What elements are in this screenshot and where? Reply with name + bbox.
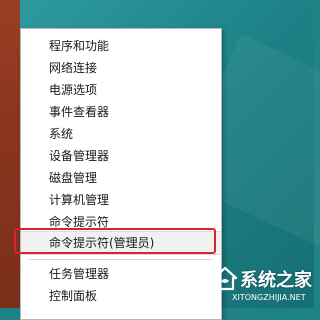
menu-item-control-panel[interactable]: 控制面板 xyxy=(21,285,221,307)
menu-item-power-options[interactable]: 电源选项 xyxy=(21,79,221,101)
menu-item-label: 任务管理器 xyxy=(49,267,110,281)
menu-item-disk-management[interactable]: 磁盘管理 xyxy=(21,167,221,189)
menu-item-computer-management[interactable]: 计算机管理 xyxy=(21,189,221,211)
watermark: 系统之家 XITONGZHIJIA.NET xyxy=(212,262,312,306)
menu-item-task-manager[interactable]: 任务管理器 xyxy=(21,263,221,285)
menu-separator xyxy=(29,259,213,260)
menu-item-label: 电源选项 xyxy=(49,83,98,97)
menu-item-device-manager[interactable]: 设备管理器 xyxy=(21,145,221,167)
highlight-callout-box xyxy=(14,228,216,254)
menu-item-label: 设备管理器 xyxy=(49,149,110,163)
menu-item-label: 系统 xyxy=(49,127,74,141)
menu-item-programs-and-features[interactable]: 程序和功能 xyxy=(21,35,221,57)
menu-item-label: 计算机管理 xyxy=(49,193,110,207)
watermark-url: XITONGZHIJIA.NET xyxy=(232,293,306,302)
menu-item-system[interactable]: 系统 xyxy=(21,123,221,145)
menu-item-event-viewer[interactable]: 事件查看器 xyxy=(21,101,221,123)
menu-item-label: 控制面板 xyxy=(49,289,98,303)
menu-item-label: 事件查看器 xyxy=(49,105,110,119)
menu-item-label: 网络连接 xyxy=(49,61,98,75)
context-menu: 程序和功能 网络连接 电源选项 事件查看器 系统 设备管理器 磁盘管理 计算机管… xyxy=(20,28,222,320)
watermark-text: 系统之家 xyxy=(240,270,312,291)
menu-item-label: 磁盘管理 xyxy=(49,171,98,185)
menu-item-network-connections[interactable]: 网络连接 xyxy=(21,57,221,79)
desktop-left-panel xyxy=(0,0,20,308)
menu-item-label: 程序和功能 xyxy=(49,39,110,53)
house-logo-icon xyxy=(212,266,238,291)
